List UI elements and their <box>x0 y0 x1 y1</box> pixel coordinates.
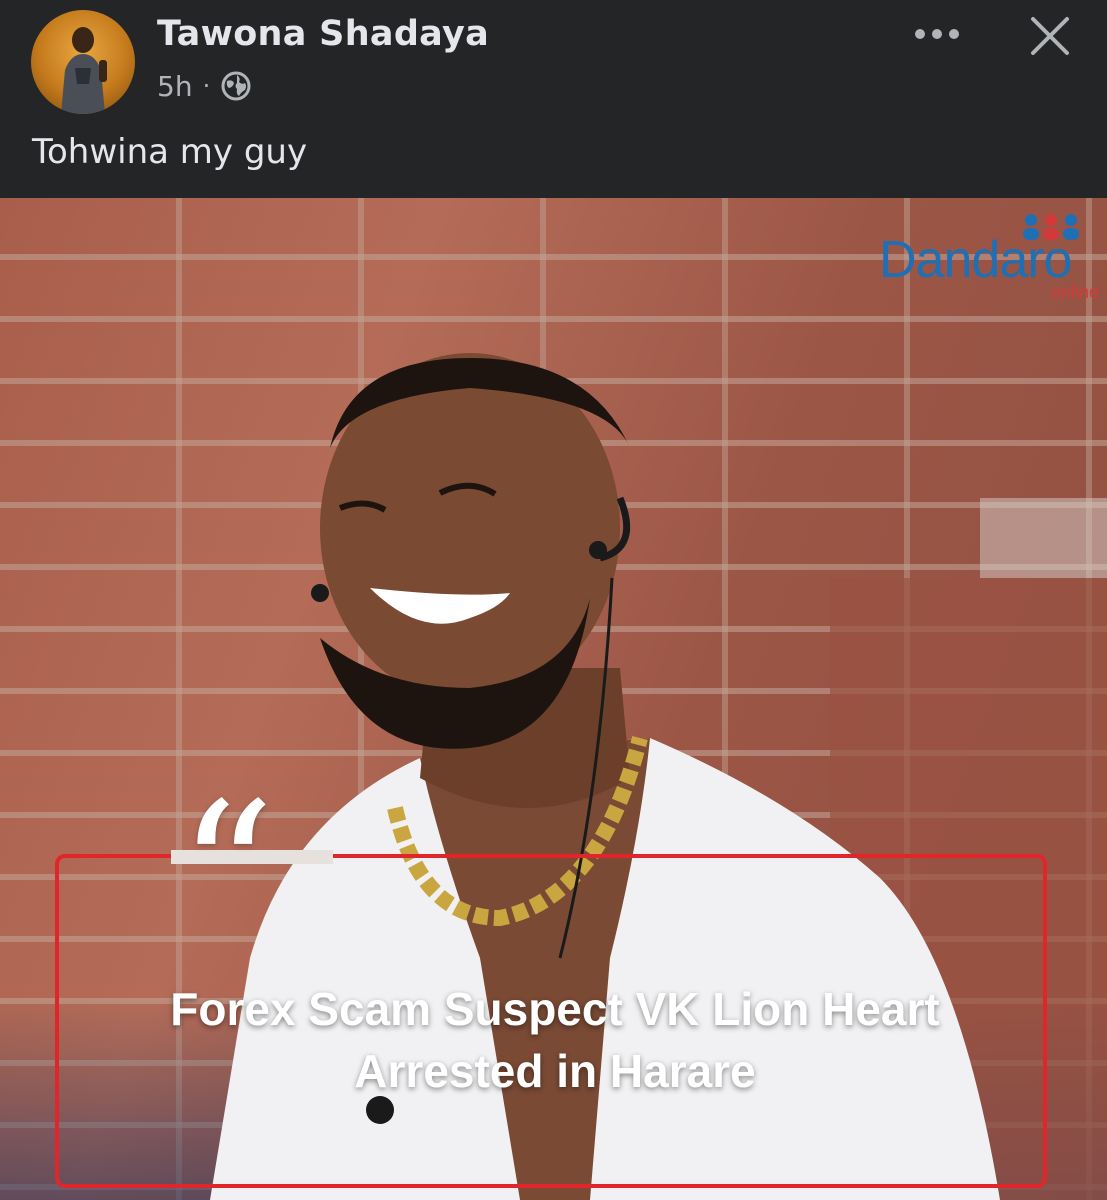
meta-separator: · <box>202 72 211 100</box>
globe-icon[interactable] <box>220 70 252 102</box>
logo-wordmark: Dandaro <box>879 231 1072 289</box>
post-text: Tohwina my guy <box>32 132 308 172</box>
post-meta: 5h · <box>157 66 252 106</box>
post-header: Tawona Shadaya 5h · Tohwina my guy <box>0 0 1107 198</box>
headline-line-1: Forex Scam Suspect VK Lion Heart <box>170 983 940 1035</box>
author-name[interactable]: Tawona Shadaya <box>157 14 489 54</box>
headline: Forex Scam Suspect VK Lion Heart Arreste… <box>100 978 1010 1102</box>
avatar-person-silhouette <box>61 27 107 114</box>
facebook-post: Tawona Shadaya 5h · Tohwina my guy Danda… <box>0 0 1107 1200</box>
more-options-icon[interactable] <box>906 14 968 54</box>
headline-line-2: Arrested in Harare <box>354 1045 756 1097</box>
dandaro-logo: Dandaro online <box>879 212 1099 302</box>
author-avatar[interactable] <box>31 10 135 114</box>
close-icon[interactable] <box>1022 8 1078 64</box>
post-image[interactable]: Dandaro online “ Forex Scam Suspect VK L… <box>0 198 1107 1200</box>
post-time[interactable]: 5h <box>157 70 193 103</box>
quote-mark-icon: “ <box>178 762 276 983</box>
logo-subtitle: online <box>1050 282 1099 302</box>
